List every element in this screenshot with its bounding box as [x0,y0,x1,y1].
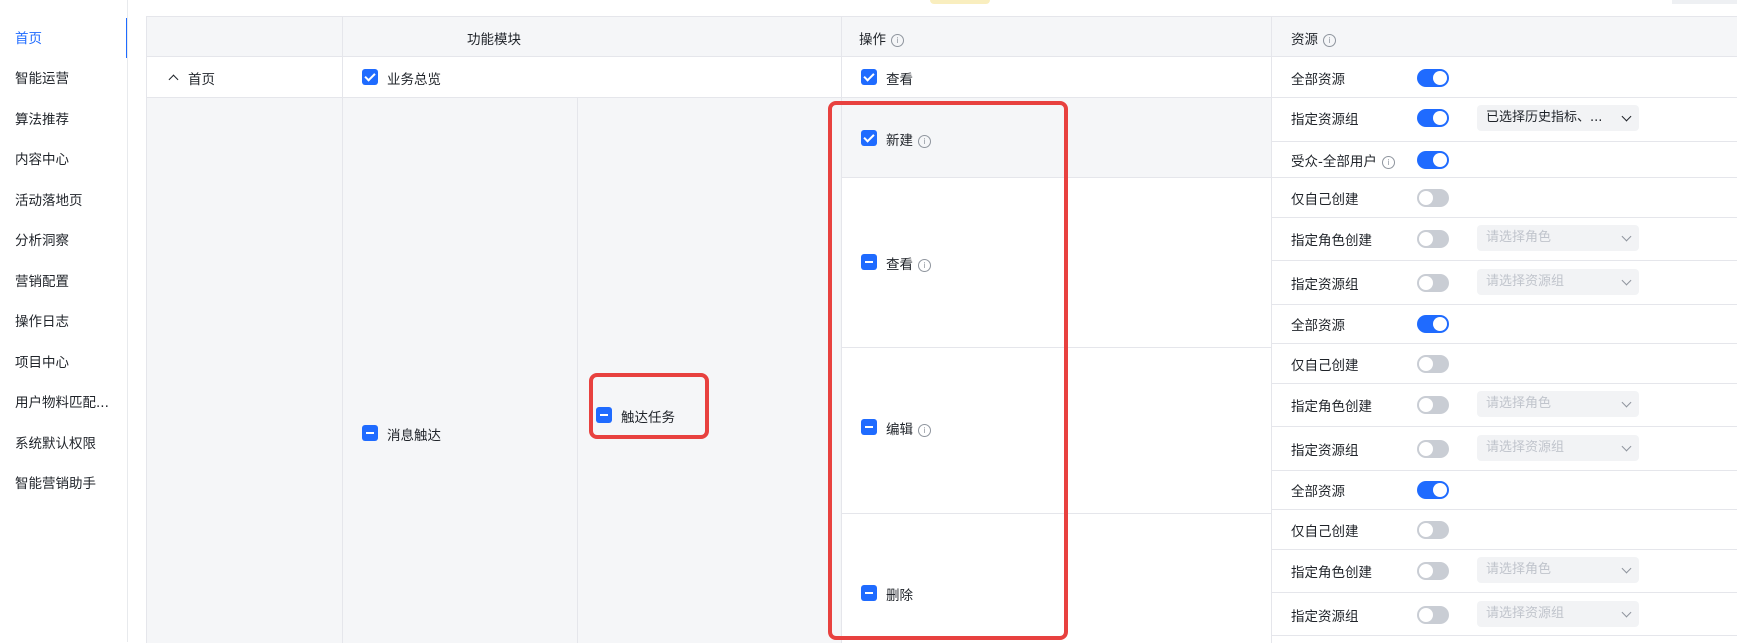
toggle-view-group[interactable] [1417,274,1449,292]
header-module: 功能模块 [467,32,521,48]
toggle-home-all-resources[interactable] [1417,69,1449,87]
resource-create-audience-label: 受众-全部用户 [1291,154,1377,170]
chevron-down-icon [1621,275,1632,286]
select-create-group-value: 已选择历史指标、... [1486,110,1603,125]
chevron-down-icon [1621,607,1632,618]
resource-view-self: 仅自己创建 [1291,192,1359,208]
resource-delete-role: 指定角色创建 [1291,565,1372,581]
select-edit-group[interactable]: 请选择资源组 [1477,435,1639,461]
sidebar-item-default-permissions[interactable]: 系统默认权限 [15,432,123,452]
resource-edit-role: 指定角色创建 [1291,399,1372,415]
select-view-role[interactable]: 请选择角色 [1477,225,1639,251]
module-message-reach: 消息触达 [387,428,441,444]
operation-home-view: 查看 [886,72,913,88]
checkbox-business-overview[interactable] [362,69,378,85]
info-icon[interactable]: i [1381,155,1395,169]
resource-view-all: 全部资源 [1291,318,1345,334]
chevron-down-icon [1621,441,1632,452]
top-decoration [930,0,990,4]
toggle-edit-all[interactable] [1417,481,1449,499]
resource-create-group: 指定资源组 [1291,112,1359,128]
select-view-role-placeholder: 请选择角色 [1486,230,1552,245]
resource-create-audience: 受众-全部用户 i [1291,150,1395,170]
chevron-down-icon [1621,397,1632,408]
header-resource: 资源 i [1291,28,1336,48]
sidebar-item-projects[interactable]: 项目中心 [15,351,123,371]
resource-delete-self: 仅自己创建 [1291,524,1359,540]
sidebar-item-insights[interactable]: 分析洞察 [15,229,123,249]
highlight-operations [828,101,1068,640]
select-delete-group-placeholder: 请选择资源组 [1486,606,1565,621]
select-edit-role-placeholder: 请选择角色 [1486,396,1552,411]
toggle-delete-role[interactable] [1417,562,1449,580]
resource-view-role: 指定角色创建 [1291,233,1372,249]
top-right-decoration [1672,0,1737,4]
sidebar-item-material-match[interactable]: 用户物料匹配... [15,391,123,411]
select-view-group-placeholder: 请选择资源组 [1486,274,1565,289]
select-view-group[interactable]: 请选择资源组 [1477,269,1639,295]
sidebar-divider [127,0,128,642]
chevron-down-icon [1621,563,1632,574]
header-operation-label: 操作 [859,32,886,48]
toggle-view-all[interactable] [1417,315,1449,333]
sidebar-item-marketing-config[interactable]: 营销配置 [15,270,123,290]
sidebar-nav: 首页 智能运营 算法推荐 内容中心 活动落地页 分析洞察 营销配置 操作日志 项… [0,0,128,642]
sidebar-item-assistant[interactable]: 智能营销助手 [15,472,123,492]
table-header [147,17,1737,57]
toggle-delete-group[interactable] [1417,606,1449,624]
sidebar-item-smart-ops[interactable]: 智能运营 [15,67,123,87]
toggle-view-self[interactable] [1417,189,1449,207]
resource-home-all: 全部资源 [1291,72,1345,88]
module-home: 首页 [188,72,215,88]
info-icon[interactable]: i [1323,33,1336,47]
toggle-edit-group[interactable] [1417,440,1449,458]
toggle-delete-self[interactable] [1417,521,1449,539]
sidebar-item-logs[interactable]: 操作日志 [15,310,123,330]
toggle-edit-self[interactable] [1417,355,1449,373]
collapse-chevron-icon[interactable] [168,74,179,85]
checkbox-message-reach[interactable] [362,425,378,441]
select-edit-role[interactable]: 请选择角色 [1477,391,1639,417]
chevron-down-icon [1621,231,1632,242]
select-edit-group-placeholder: 请选择资源组 [1486,440,1565,455]
info-icon[interactable]: i [891,33,904,47]
toggle-view-role[interactable] [1417,230,1449,248]
select-delete-role[interactable]: 请选择角色 [1477,557,1639,583]
resource-edit-all: 全部资源 [1291,484,1345,500]
toggle-create-audience[interactable] [1417,151,1449,169]
select-delete-role-placeholder: 请选择角色 [1486,562,1552,577]
resource-edit-group: 指定资源组 [1291,443,1359,459]
select-delete-group[interactable]: 请选择资源组 [1477,601,1639,627]
select-create-group[interactable]: 已选择历史指标、... [1477,105,1639,131]
header-resource-label: 资源 [1291,32,1318,48]
resource-delete-group: 指定资源组 [1291,609,1359,625]
sidebar-item-landing[interactable]: 活动落地页 [15,189,123,209]
chevron-down-icon [1621,111,1632,122]
toggle-create-group[interactable] [1417,109,1449,127]
sidebar-item-content[interactable]: 内容中心 [15,148,123,168]
checkbox-home-view[interactable] [861,69,877,85]
header-operation: 操作 i [859,28,904,48]
sidebar-item-algorithm[interactable]: 算法推荐 [15,108,123,128]
highlight-reach-task [589,373,709,439]
resource-edit-self: 仅自己创建 [1291,358,1359,374]
submodule-business-overview: 业务总览 [387,72,441,88]
resource-view-group: 指定资源组 [1291,277,1359,293]
sidebar-item-home[interactable]: 首页 [15,27,123,47]
toggle-edit-role[interactable] [1417,396,1449,414]
